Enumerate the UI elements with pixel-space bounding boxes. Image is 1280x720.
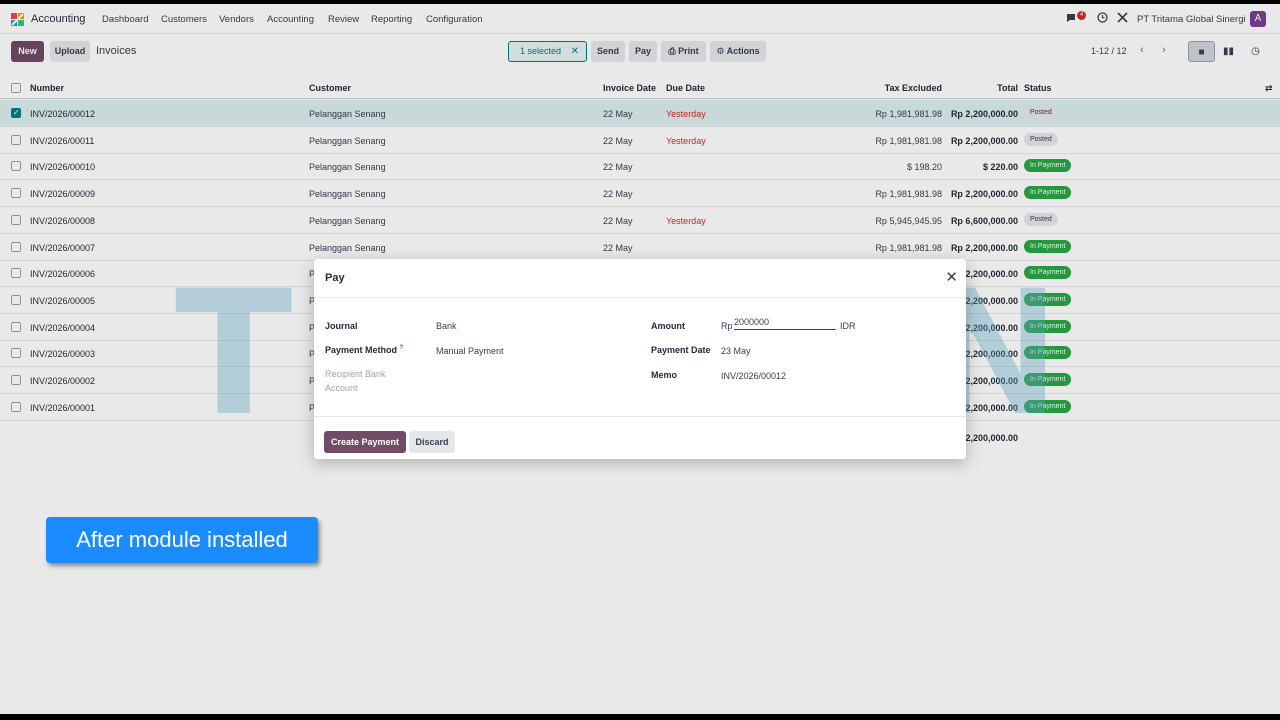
payment-method-field[interactable]: Manual Payment [436,346,504,356]
amount-currency-prefix: Rp [721,321,733,331]
payment-date-field[interactable]: 23 May [721,346,751,356]
amount-field[interactable] [734,315,836,330]
amount-label: Amount [651,321,685,331]
memo-field[interactable]: INV/2026/00012 [721,371,786,381]
create-payment-button[interactable]: Create Payment [324,431,406,453]
divider [314,297,966,298]
close-icon[interactable]: ✕ [945,268,958,286]
journal-field[interactable]: Bank [436,321,457,331]
discard-button[interactable]: Discard [409,431,455,453]
recipient-bank-label: Recipient Bank Account [325,367,386,395]
dialog-title: Pay [325,272,345,284]
pay-dialog: Pay ✕ Journal Bank Payment Method ? Manu… [314,259,966,459]
divider [314,416,966,417]
payment-method-label-text: Payment Method [325,345,398,355]
recipient-label-line2: Account [325,383,358,393]
app-window: Accounting Dashboard Customers Vendors A… [0,4,1280,714]
payment-date-label: Payment Date [651,345,711,355]
payment-method-label: Payment Method ? [325,345,403,355]
help-icon[interactable]: ? [400,345,404,351]
video-caption: After module installed [46,517,318,563]
journal-label: Journal [325,321,358,331]
memo-label: Memo [651,370,678,380]
recipient-label-line1: Recipient Bank [325,369,386,379]
amount-currency[interactable]: IDR [840,321,856,331]
